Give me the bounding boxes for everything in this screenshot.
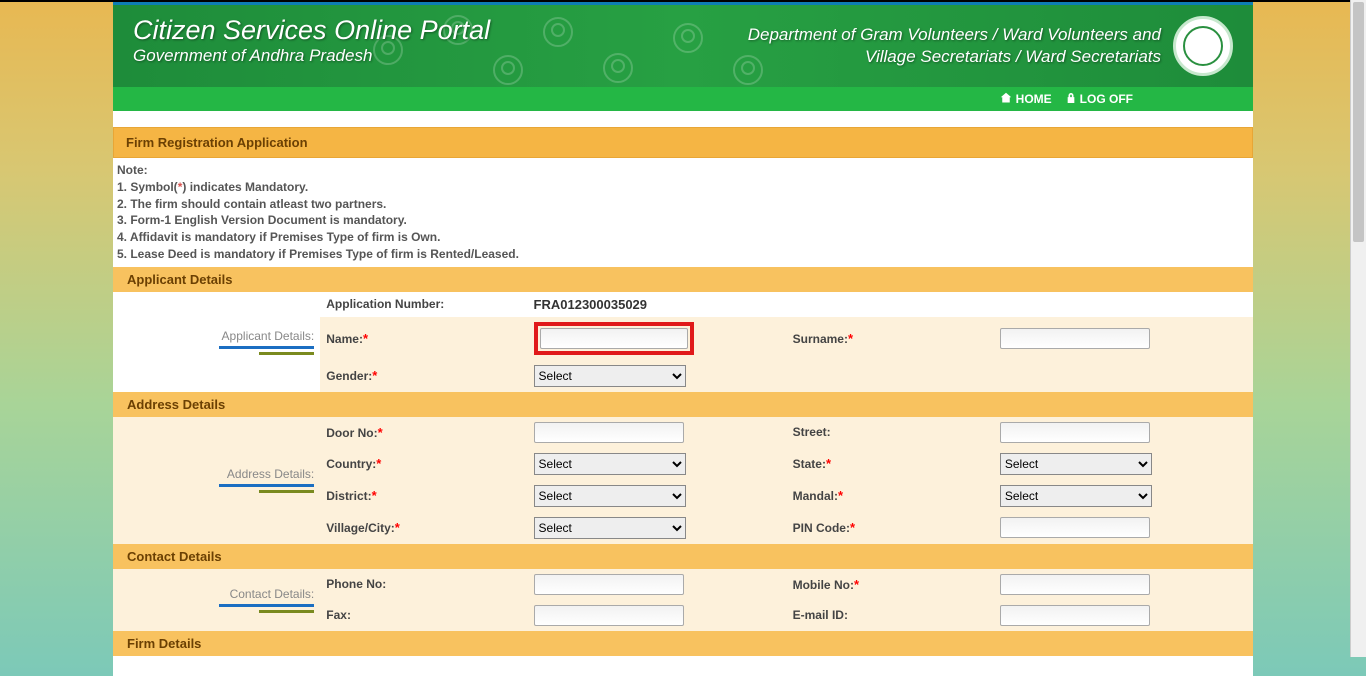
nav-logoff[interactable]: LOG OFF: [1066, 92, 1133, 107]
scrollbar-thumb[interactable]: [1353, 2, 1364, 242]
mobile-input[interactable]: [1000, 574, 1150, 595]
door-label: Door No:: [326, 426, 377, 440]
note-3: 3. Form-1 English Version Document is ma…: [117, 212, 1249, 229]
section-applicant-header: Applicant Details: [113, 267, 1253, 292]
form-title: Firm Registration Application: [113, 127, 1253, 158]
fax-input[interactable]: [534, 605, 684, 626]
state-label: State:: [793, 457, 826, 471]
section-firm-header: Firm Details: [113, 631, 1253, 656]
street-input[interactable]: [1000, 422, 1150, 443]
portal-title: Citizen Services Online Portal: [133, 15, 490, 46]
surname-input[interactable]: [1000, 328, 1150, 349]
address-side-label: Address Details:: [227, 467, 314, 481]
nav-home-label: HOME: [1016, 92, 1052, 106]
email-input[interactable]: [1000, 605, 1150, 626]
email-label: E-mail ID:: [793, 608, 848, 622]
street-label: Street:: [793, 425, 831, 439]
dept-line-2: Village Secretariats / Ward Secretariats: [748, 46, 1161, 68]
fax-label: Fax:: [326, 608, 351, 622]
section-address-header: Address Details: [113, 392, 1253, 417]
pin-label: PIN Code:: [793, 521, 850, 535]
home-icon: [1000, 92, 1012, 107]
gender-select[interactable]: Select: [534, 365, 686, 387]
district-select[interactable]: Select: [534, 485, 686, 507]
nav-logoff-label: LOG OFF: [1080, 92, 1133, 106]
pin-input[interactable]: [1000, 517, 1150, 538]
nav-bar: HOME LOG OFF: [113, 87, 1253, 111]
govt-subtitle: Government of Andhra Pradesh: [133, 46, 490, 66]
applicant-side-label: Applicant Details:: [222, 329, 315, 343]
header-banner: Citizen Services Online Portal Governmen…: [113, 5, 1253, 87]
phone-input[interactable]: [534, 574, 684, 595]
state-select[interactable]: Select: [1000, 453, 1152, 475]
notes-heading: Note:: [117, 162, 1249, 179]
note-2: 2. The firm should contain atleast two p…: [117, 196, 1249, 213]
mandal-label: Mandal:: [793, 489, 838, 503]
country-label: Country:: [326, 457, 376, 471]
lock-icon: [1066, 92, 1076, 107]
gov-seal: [1173, 16, 1233, 76]
note-1b: ) indicates Mandatory.: [182, 180, 308, 194]
door-input[interactable]: [534, 422, 684, 443]
note-1a: 1. Symbol(: [117, 180, 178, 194]
village-select[interactable]: Select: [534, 517, 686, 539]
notes-block: Note: 1. Symbol(*) indicates Mandatory. …: [113, 158, 1253, 267]
mandal-select[interactable]: Select: [1000, 485, 1152, 507]
phone-label: Phone No:: [326, 577, 386, 591]
surname-label: Surname:: [793, 332, 848, 346]
note-5: 5. Lease Deed is mandatory if Premises T…: [117, 246, 1249, 263]
scrollbar[interactable]: [1350, 0, 1366, 657]
mobile-label: Mobile No:: [793, 578, 854, 592]
district-label: District:: [326, 489, 371, 503]
app-num-label: Application Number:: [320, 292, 527, 317]
name-highlight: [534, 322, 694, 355]
app-num-value: FRA012300035029: [534, 297, 647, 312]
contact-side-label: Contact Details:: [230, 587, 315, 601]
name-input[interactable]: [540, 328, 688, 349]
gender-label: Gender:: [326, 369, 372, 383]
village-label: Village/City:: [326, 521, 394, 535]
name-label: Name:: [326, 332, 363, 346]
dept-line-1: Department of Gram Volunteers / Ward Vol…: [748, 24, 1161, 46]
nav-home[interactable]: HOME: [1000, 92, 1052, 107]
country-select[interactable]: Select: [534, 453, 686, 475]
section-contact-header: Contact Details: [113, 544, 1253, 569]
note-4: 4. Affidavit is mandatory if Premises Ty…: [117, 229, 1249, 246]
